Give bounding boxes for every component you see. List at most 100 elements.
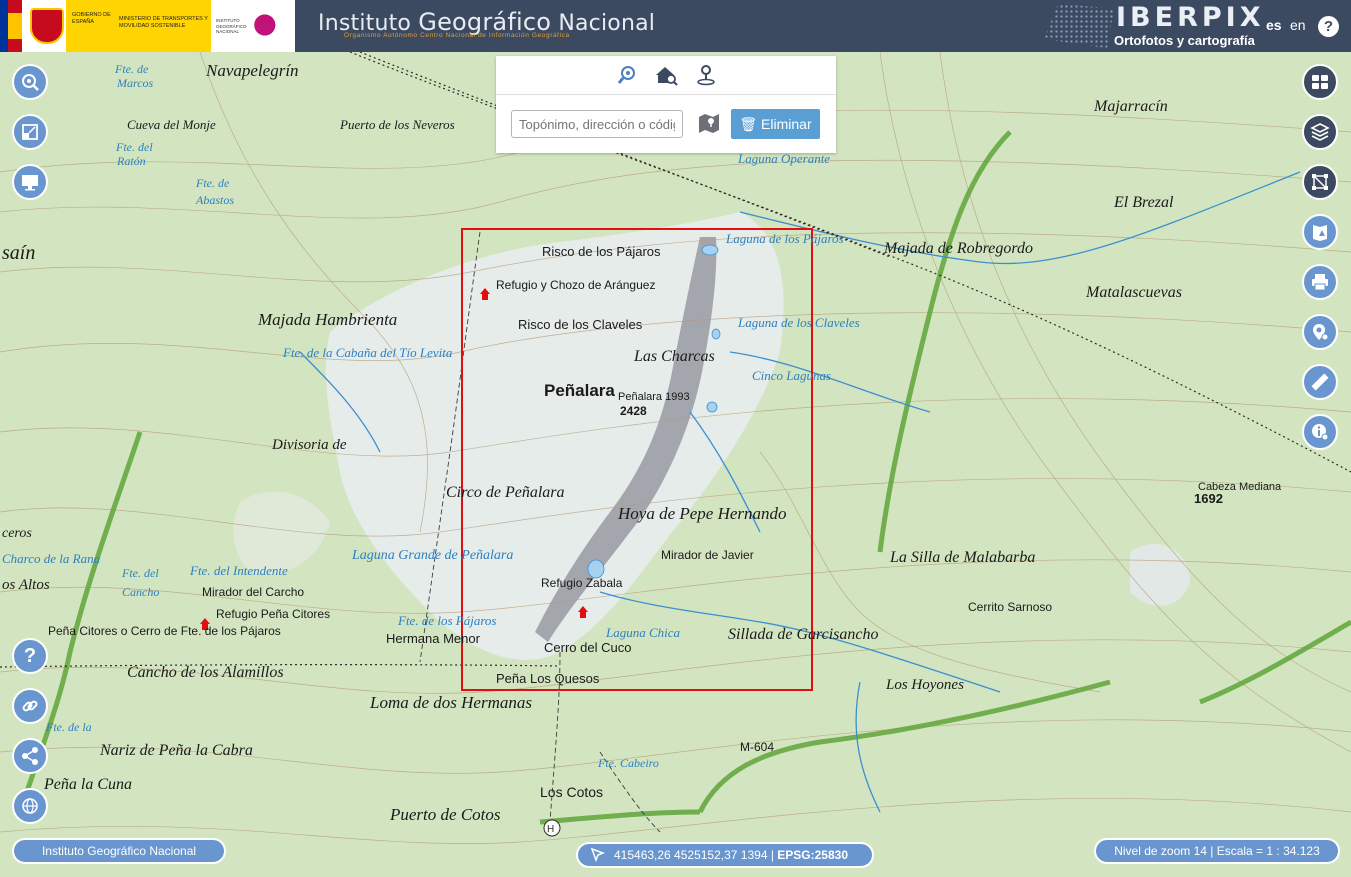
- map-label: Nariz de Peña la Cabra: [100, 742, 253, 759]
- location-pin-icon: [1313, 324, 1329, 341]
- ign-small-name: INSTITUTO GEOGRÁFICO NACIONAL: [216, 18, 247, 34]
- search-tabs: [496, 56, 836, 95]
- map-label: Abastos: [196, 193, 235, 207]
- government-logo[interactable]: GOBIERNO DE ESPAÑA MINISTERIO DE TRANSPO…: [0, 0, 295, 52]
- map-label: Fte. del: [122, 566, 159, 580]
- map-label: Fte. de la Cabaña del Tío Levita: [283, 345, 453, 360]
- map-label: Ratón: [117, 154, 146, 168]
- map-label: Fte. de los Pájaros: [398, 613, 497, 628]
- zoom-icon: [22, 74, 39, 91]
- monitor-icon: [22, 175, 38, 191]
- map-label: Cancho: [122, 585, 160, 599]
- trash-icon: 🗑: [739, 116, 758, 132]
- map-label: El Brezal: [1114, 194, 1174, 211]
- zoom-scale-readout: Nivel de zoom 14 | Escala = 1 : 34.123: [1094, 838, 1340, 864]
- layers-icon: [1310, 123, 1330, 141]
- map-label: Laguna de los Claveles: [738, 315, 860, 330]
- map-label: Navapelegrín: [206, 61, 299, 80]
- map-label: Fte. de: [115, 62, 149, 76]
- full-extent-button[interactable]: [12, 114, 48, 150]
- help-icon[interactable]: ?: [1318, 16, 1339, 37]
- map-label: Peña la Cuna: [44, 776, 132, 793]
- printer-icon: [1312, 274, 1328, 291]
- map-label: 2428: [620, 404, 647, 418]
- layers-button[interactable]: [1302, 114, 1338, 150]
- ministry-name: MINISTERIO DE TRANSPORTES Y MOVILIDAD SO…: [119, 16, 208, 29]
- map-label: Laguna Operante: [738, 151, 831, 166]
- delete-label: Eliminar: [761, 116, 812, 132]
- map-label: Fte. de: [196, 176, 230, 190]
- search-toponym-tab-icon[interactable]: [616, 64, 638, 86]
- language-en-link[interactable]: en: [1290, 17, 1306, 33]
- measure-button[interactable]: [1302, 364, 1338, 400]
- map-label: Puerto de Cotos: [390, 805, 501, 824]
- extent-icon: [22, 124, 38, 140]
- globe-icon: [22, 798, 38, 814]
- globe-button[interactable]: [12, 788, 48, 824]
- help-button[interactable]: ?: [12, 638, 48, 674]
- map-label: Cerro del Cuco: [544, 640, 632, 655]
- map-label: Majada de Robregordo: [884, 240, 1034, 257]
- search-input[interactable]: [511, 110, 683, 138]
- map-label: M-604: [740, 740, 775, 754]
- share-button[interactable]: [12, 738, 48, 774]
- info-icon: [1312, 424, 1329, 441]
- ministry-banner: GOBIERNO DE ESPAÑA MINISTERIO DE TRANSPO…: [66, 0, 211, 52]
- map-label: Fte. de la: [46, 720, 92, 734]
- map-label: Loma de dos Hermanas: [370, 693, 532, 712]
- map-label: Refugio Zabala: [541, 576, 623, 590]
- map-canvas[interactable]: H Navapelegrín Cueva del Monje Fte. de Marc…: [0, 52, 1351, 877]
- map-label: Peñalara: [544, 381, 615, 400]
- language-es-link[interactable]: es: [1266, 17, 1282, 33]
- delete-button[interactable]: 🗑 Eliminar: [731, 109, 820, 139]
- compare-maps-button[interactable]: [1302, 214, 1338, 250]
- map-label: La Silla de Malabarba: [890, 549, 1036, 566]
- map-label: Refugio y Chozo de Aránguez: [496, 278, 656, 292]
- map-label: Cancho de los Alamillos: [127, 664, 284, 681]
- app-name: IBERPIX: [1116, 2, 1265, 33]
- map-label: os Altos: [2, 577, 50, 593]
- search-coordinates-tab-icon[interactable]: [695, 64, 717, 86]
- zoom-search-button[interactable]: [12, 64, 48, 100]
- fullscreen-button[interactable]: [12, 164, 48, 200]
- eu-spain-flag: [0, 0, 22, 52]
- grid-icon: [1312, 75, 1328, 89]
- location-info-button[interactable]: [1302, 314, 1338, 350]
- map-label: Risco de los Claveles: [518, 317, 643, 332]
- map-label: Laguna Chica: [606, 625, 681, 640]
- ign-subtitle: Organismo Autónomo Centro Nacional de In…: [344, 32, 570, 39]
- coordinates-value: 415463,26 4525152,37 1394 |: [614, 848, 774, 862]
- map-label: Peña Los Quesos: [496, 671, 600, 686]
- map-label: Cerrito Sarnoso: [968, 600, 1053, 614]
- map-label: Fte. del Intendente: [190, 563, 288, 578]
- map-label: Sillada de Garcisancho: [728, 626, 879, 643]
- map-label: Cueva del Monje: [127, 117, 216, 132]
- map-label: Fte. Cabeiro: [598, 756, 659, 770]
- info-button[interactable]: [1302, 414, 1338, 450]
- map-label: Peña Citores o Cerro de Fte. de los Pája…: [48, 624, 281, 638]
- search-panel: 🗑 Eliminar: [496, 56, 836, 153]
- link-icon: [22, 700, 38, 712]
- map-label: Hermana Menor: [386, 631, 480, 646]
- epsg-value: EPSG:25830: [777, 848, 848, 862]
- link-button[interactable]: [12, 688, 48, 724]
- base-maps-button[interactable]: [1302, 64, 1338, 100]
- map-label: ceros: [2, 526, 32, 541]
- map-pin-icon[interactable]: [697, 111, 721, 135]
- share-icon: [22, 747, 38, 765]
- app-header: GOBIERNO DE ESPAÑA MINISTERIO DE TRANSPO…: [0, 0, 1351, 52]
- map-label: Los Hoyones: [886, 677, 964, 693]
- app-subtitle: Ortofotos y cartografía: [1114, 33, 1255, 48]
- spain-coat-of-arms-icon: [30, 8, 64, 44]
- map-label: Matalascuevas: [1086, 284, 1182, 301]
- ruler-icon: [1311, 373, 1329, 391]
- ign-link[interactable]: Instituto Geográfico Nacional: [12, 838, 226, 864]
- map-label: Mirador del Carcho: [202, 585, 305, 599]
- gov-name: GOBIERNO DE ESPAÑA: [72, 12, 111, 25]
- ign-logo-icon: [252, 12, 284, 38]
- print-button[interactable]: [1302, 264, 1338, 300]
- map-label: Cinco Lagunas: [752, 368, 832, 383]
- map-label: Laguna de los Pájaros: [726, 231, 844, 246]
- search-cadastre-tab-icon[interactable]: [654, 64, 678, 86]
- draw-polygon-button[interactable]: [1302, 164, 1338, 200]
